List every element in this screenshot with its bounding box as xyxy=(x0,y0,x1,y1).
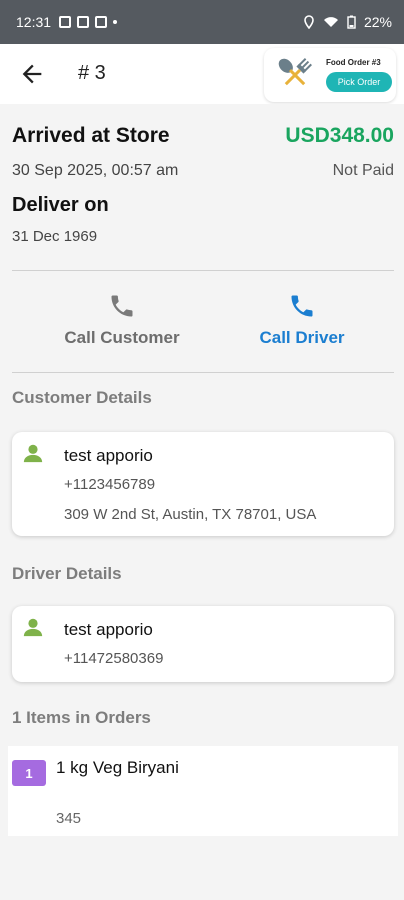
item-name: 1 kg Veg Biryani xyxy=(56,758,179,777)
items-title: 1 Items in Orders xyxy=(12,708,151,727)
customer-details-title: Customer Details xyxy=(12,388,152,407)
customer-name: test apporio xyxy=(64,446,153,465)
customer-phone[interactable]: +1123456789 xyxy=(64,476,155,493)
person-icon xyxy=(23,618,43,637)
list-item: 1 1 kg Veg Biryani 345 xyxy=(8,746,398,836)
location-icon xyxy=(304,15,314,29)
order-date: 30 Sep 2025, 00:57 am xyxy=(12,162,179,179)
quantity-badge: 1 xyxy=(12,760,46,786)
notification-icons xyxy=(59,16,118,28)
notification-icon xyxy=(59,16,72,28)
battery-level: 22% xyxy=(363,14,392,30)
badge-label: Food Order #3 xyxy=(326,58,381,67)
phone-icon xyxy=(291,295,313,317)
payment-status: Not Paid xyxy=(332,162,394,179)
driver-phone[interactable]: +11472580369 xyxy=(64,650,163,667)
order-details: Arrived at Store USD348.00 30 Sep 2025, … xyxy=(0,104,404,900)
call-driver-button[interactable]: Call Driver xyxy=(222,292,382,354)
driver-details-title: Driver Details xyxy=(12,564,122,583)
status-bar: 12:31 22% xyxy=(0,0,404,44)
driver-card: test apporio +11472580369 xyxy=(12,606,394,682)
notification-icon xyxy=(77,16,90,28)
arrow-left-icon[interactable] xyxy=(18,60,46,88)
food-order-badge: Food Order #3 Pick Order xyxy=(264,48,396,102)
item-note: 345 xyxy=(56,810,82,827)
deliver-label: Deliver on xyxy=(12,194,109,216)
deliver-date: 31 Dec 1969 xyxy=(12,228,98,245)
order-status: Arrived at Store xyxy=(12,124,170,147)
order-amount: USD348.00 xyxy=(285,124,394,147)
more-notifications-icon xyxy=(113,20,118,24)
spoon-fork-icon xyxy=(278,58,312,86)
wifi-icon xyxy=(323,17,338,27)
order-number: # 3 xyxy=(78,62,106,84)
status-time: 12:31 xyxy=(16,14,52,30)
divider xyxy=(12,270,394,271)
notification-icon xyxy=(95,16,108,28)
call-driver-label: Call Driver xyxy=(259,328,345,347)
customer-card: test apporio +1123456789 309 W 2nd St, A… xyxy=(12,432,394,536)
pick-order-button[interactable]: Pick Order xyxy=(326,72,392,92)
driver-name: test apporio xyxy=(64,620,153,639)
battery-icon xyxy=(347,15,356,29)
phone-icon xyxy=(111,295,133,317)
divider xyxy=(12,372,394,373)
call-customer-button[interactable]: Call Customer xyxy=(42,292,202,354)
customer-address: 309 W 2nd St, Austin, TX 78701, USA xyxy=(64,506,317,523)
call-customer-label: Call Customer xyxy=(64,328,180,347)
person-icon xyxy=(23,444,43,463)
